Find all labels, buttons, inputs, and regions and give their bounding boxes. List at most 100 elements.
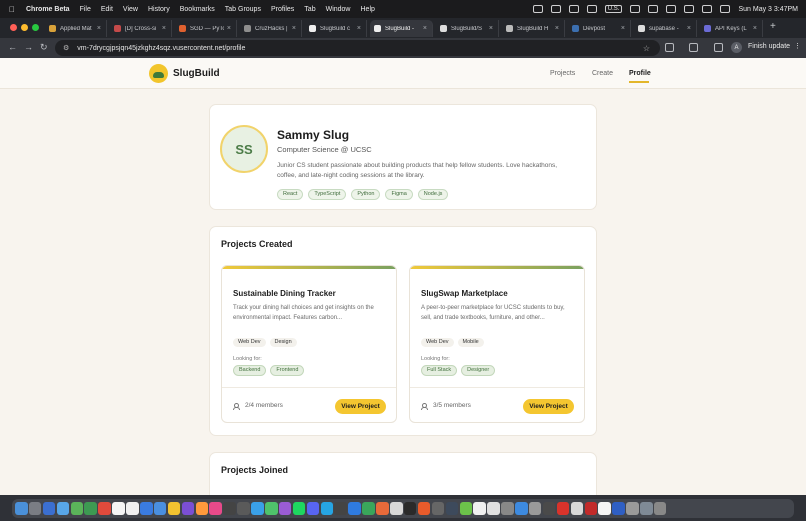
browser-tab[interactable]: API Keys (L × [700,20,763,37]
dock-app-icon[interactable] [417,502,431,515]
dock-app-icon[interactable] [112,502,125,515]
dock-app-icon[interactable] [612,502,625,515]
siri-icon[interactable] [720,5,731,13]
project-card[interactable]: SlugSwap Marketplace A peer-to-peer mark… [409,265,585,423]
project-card[interactable]: Sustainable Dining Tracker Track your di… [221,265,397,423]
dock-app-icon[interactable] [584,502,598,515]
profile-avatar[interactable]: A [731,42,742,53]
menu-tab-groups[interactable]: Tab Groups [225,6,261,13]
close-tab-icon[interactable]: × [753,25,757,32]
menu-help[interactable]: Help [361,6,375,13]
more-menu-icon[interactable]: ⋮ [794,43,801,50]
dock-app-icon[interactable] [278,502,292,515]
close-tab-icon[interactable]: × [97,25,101,32]
dock-app-icon[interactable] [98,502,111,515]
input-source-indicator[interactable]: U.S. [604,5,623,13]
browser-tab[interactable]: SlugBuild/S × [436,20,499,37]
dock-app-icon[interactable] [556,502,570,515]
project-title[interactable]: SlugSwap Marketplace [421,289,508,298]
dock-app-icon[interactable] [376,502,389,515]
browser-tab[interactable]: [D] Cross-si × [110,20,172,37]
control-center-icon[interactable] [702,5,713,13]
reload-button[interactable]: ↻ [40,42,48,53]
dock-app-icon[interactable] [237,502,250,515]
display-status-icon[interactable] [586,5,597,13]
dock-app-icon[interactable] [431,502,445,515]
dock-app-icon[interactable] [70,502,84,515]
browser-tab[interactable]: SGD — PyTo × [175,20,237,37]
dock-app-icon[interactable] [542,502,556,515]
dock-app-icon[interactable] [306,502,320,515]
close-tab-icon[interactable]: × [489,25,493,32]
dock-app-icon[interactable] [28,502,42,515]
dock-app-icon[interactable] [181,502,195,515]
dock-app-icon[interactable] [126,502,139,515]
dock-app-icon[interactable] [445,502,459,515]
dock-app-icon[interactable] [626,502,639,515]
dock-app-icon[interactable] [265,502,278,515]
new-tab-button[interactable]: + [770,21,776,32]
menu-profiles[interactable]: Profiles [271,6,294,13]
menu-clock[interactable]: Sun May 3 3:47PM [738,6,798,13]
view-project-button[interactable]: View Project [523,399,574,414]
browser-tab[interactable]: SlugBuild H × [502,20,565,37]
notion-status-icon[interactable] [532,5,543,13]
cloud-status-icon[interactable] [550,5,561,13]
view-project-button[interactable]: View Project [335,399,386,414]
dock-app-icon[interactable] [167,502,181,515]
dock-app-icon[interactable] [598,502,611,515]
close-tab-icon[interactable]: × [687,25,691,32]
zoom-window-button[interactable] [32,24,39,31]
browser-tab[interactable]: CruzHacks | × [240,20,302,37]
dock-app-icon[interactable] [223,502,236,515]
nav-projects[interactable]: Projects [550,70,575,77]
close-window-button[interactable] [10,24,17,31]
apple-menu-icon[interactable]:  [9,5,17,14]
finish-update-button[interactable]: Finish update ⋮ [748,42,801,50]
close-tab-icon[interactable]: × [227,25,231,32]
url-text[interactable]: vm-7drycgjpsjqn45jzkghz4sqz.vusercontent… [77,45,245,52]
back-button[interactable]: ← [8,42,17,52]
dock-app-icon[interactable] [334,502,347,515]
bookmark-star-icon[interactable]: ☆ [643,44,650,53]
dock-app-icon[interactable] [251,502,264,515]
project-title[interactable]: Sustainable Dining Tracker [233,289,336,298]
close-tab-icon[interactable]: × [162,25,166,32]
close-tab-icon[interactable]: × [423,25,427,32]
site-info-icon[interactable]: ⚙ [63,44,69,52]
dock-app-icon[interactable] [56,502,70,515]
browser-tab[interactable]: Devpost × [568,20,631,37]
browser-tab[interactable]: SlugBuild - × [370,20,433,37]
dock-app-icon[interactable] [140,502,153,515]
battery-icon[interactable] [648,5,659,13]
menu-bookmarks[interactable]: Bookmarks [180,6,215,13]
app-status-icon[interactable] [568,5,579,13]
menu-edit[interactable]: Edit [101,6,113,13]
browser-tab[interactable]: SlugBuild c × [305,20,367,37]
dock-app-icon[interactable] [42,502,56,515]
side-panel-icon[interactable] [689,43,698,52]
browser-tab[interactable]: Applied Mat × [45,20,107,37]
dock-app-icon[interactable] [209,502,222,515]
nav-profile[interactable]: Profile [629,70,651,77]
dock-app-icon[interactable] [501,502,514,515]
dock-app-icon[interactable] [653,502,667,515]
menu-file[interactable]: File [80,6,91,13]
site-logo-text[interactable]: SlugBuild [173,68,220,79]
extensions-icon[interactable] [665,43,674,52]
play-status-icon[interactable] [630,5,641,13]
dock-app-icon[interactable] [487,502,500,515]
dock-app-icon[interactable] [528,502,542,515]
dock-app-icon[interactable] [459,502,472,515]
menu-tab[interactable]: Tab [304,6,315,13]
downloads-icon[interactable] [714,43,723,52]
dock-app-icon[interactable] [390,502,403,515]
close-tab-icon[interactable]: × [555,25,559,32]
app-menu[interactable]: Chrome Beta [26,6,70,13]
nav-create[interactable]: Create [592,70,613,77]
dock-app-icon[interactable] [515,502,528,515]
address-bar[interactable]: ⚙ vm-7drycgjpsjqn45jzkghz4sqz.vuserconte… [55,40,660,56]
close-tab-icon[interactable]: × [292,25,296,32]
minimize-window-button[interactable] [21,24,28,31]
menu-window[interactable]: Window [326,6,351,13]
